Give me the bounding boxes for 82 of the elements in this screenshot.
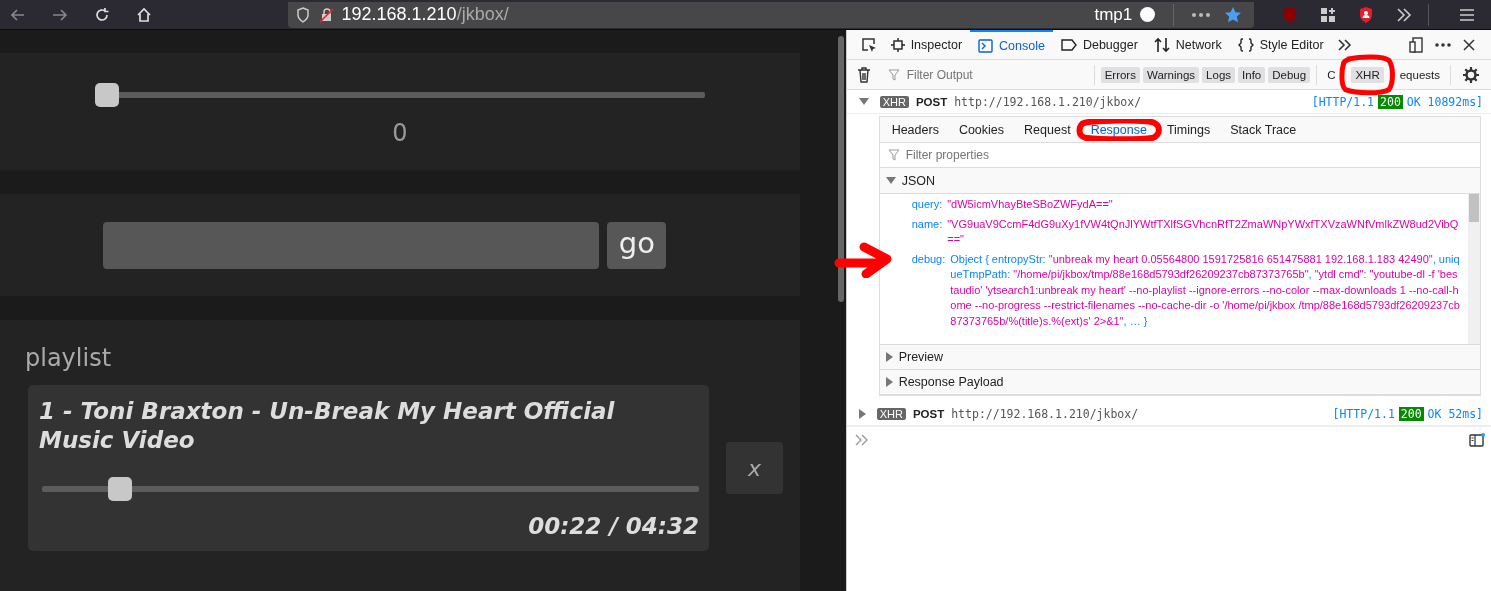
url-text: 192.168.1.210/jkbox/ (341, 4, 509, 25)
filter-toggle[interactable]: Warnings (1142, 66, 1200, 83)
filter-toggle[interactable]: Debug (1268, 66, 1311, 83)
more-dots-icon[interactable] (1435, 42, 1451, 47)
more-dots-icon[interactable] (1192, 12, 1211, 17)
filter-toggle[interactable]: Logs (1202, 66, 1236, 83)
details-tab[interactable]: Stack Trace (1220, 122, 1307, 137)
menu-icon[interactable] (1459, 7, 1476, 22)
star-icon[interactable] (1224, 5, 1243, 24)
request-url[interactable]: http://192.168.1.210/jkbox/ (951, 406, 1139, 421)
xhr-badge: XHR (879, 95, 909, 108)
track-title: 1 - Toni Braxton - Un-Break My Heart Official Music Video (39, 397, 616, 455)
property-key: debug: (911, 251, 946, 329)
devtools-tab[interactable]: Inspector (882, 30, 971, 59)
request-url[interactable]: http://192.168.1.210/jkbox/ (954, 94, 1142, 109)
filter-toggle[interactable]: C (1323, 66, 1340, 83)
filter-output-field[interactable]: Filter Output (904, 66, 1079, 83)
insecure-lock-icon (317, 6, 334, 23)
devtools-tab[interactable]: Debugger (1052, 30, 1146, 59)
filter-toggle[interactable]: equests (1395, 66, 1444, 83)
volume-value: 0 (392, 119, 408, 147)
filter-toggle[interactable]: Info (1238, 66, 1266, 83)
expand-arrow-icon[interactable] (858, 408, 866, 419)
details-tab[interactable]: Response (1080, 122, 1157, 137)
details-tab[interactable]: Headers (881, 122, 949, 137)
property-key: query: (911, 197, 943, 213)
property-value: "dW5icmVhayBteSBoZWFydA==" (947, 197, 1113, 212)
container-label: tmp1 (1094, 4, 1133, 25)
sidebar-toggle-icon[interactable] (1469, 433, 1485, 447)
section-header[interactable]: JSON (879, 168, 1480, 194)
track-time: 00:22 / 04:32 (527, 513, 699, 539)
details-tab[interactable]: Cookies (948, 122, 1015, 137)
tag-icon (1060, 38, 1077, 51)
details-tab[interactable]: Request (1014, 122, 1081, 137)
property-value: "VG9uaV9CcmF4dG9uXy1fVW4tQnJlYWtfTXlfSGVhcnRfT2ZmaWNpYWxfTXVzaWNfVmlkZW8ud2VibQ==" (947, 216, 1460, 247)
scrollbar[interactable] (1468, 194, 1480, 344)
filter-icon (887, 68, 900, 81)
result-text: OK 52ms] (1427, 406, 1483, 421)
devtools-tab[interactable]: Style Editor (1229, 30, 1332, 59)
details-tab[interactable]: Timings (1156, 122, 1221, 137)
playlist-heading: playlist (25, 344, 113, 372)
remove-button[interactable]: x (726, 442, 783, 494)
slider-thumb[interactable] (94, 83, 119, 107)
filter-properties-field[interactable]: Filter properties (903, 147, 1078, 163)
curly-braces-icon (1237, 37, 1254, 52)
search-field[interactable] (103, 221, 600, 269)
settings-icon[interactable] (1463, 66, 1479, 83)
element-picker-icon[interactable] (860, 36, 877, 53)
circle-icon (1140, 7, 1156, 22)
shield-icon[interactable] (295, 6, 310, 23)
property-key: name: (911, 216, 943, 248)
close-icon[interactable] (1463, 38, 1475, 51)
up-down-arrows-icon (1153, 36, 1170, 53)
request-method: POST (915, 95, 948, 108)
trash-icon[interactable] (856, 66, 871, 83)
terminal-icon (978, 38, 994, 53)
result-text: OK 10892ms] (1406, 94, 1483, 109)
prompt-chevron-icon (854, 434, 869, 446)
protocol-text: [HTTP/1.1 (1311, 94, 1375, 109)
double-chevron-icon[interactable] (1337, 38, 1352, 51)
property-value: Object { entropyStr: "unbreak my heart 0.05564800 1591725816 651475881 192.168.1.183 42490", uniqueTmpPath: "/home/pi/jkbox/tmp/88e168d5793df26209237cb87373765b", "ytdl cmd": "youtube-dl -f 'bestaudio' 'ytsearch1:unbreak my heart' --no-playlist --ignore-errors --no-color --max-downloads 1 --no-call-home --no-progress --restrict-filenames --no-cache-dir -o '/home/pi/jkbox /tmp/88e168d5793df26209237cb87373765b/%(title)s.%(ext)s' 2>&1", … } (950, 251, 1460, 329)
protocol-text: [HTTP/1.1 (1332, 406, 1395, 421)
volume-slider[interactable] (94, 83, 705, 107)
grid-plus-icon[interactable] (1320, 6, 1337, 23)
xhr-badge: XHR (876, 407, 906, 420)
progress-slider[interactable] (42, 477, 699, 501)
slider-thumb[interactable] (107, 477, 132, 501)
filter-toggle[interactable]: XHR (1351, 66, 1384, 83)
devtools-tab[interactable]: Network (1145, 30, 1230, 59)
section-header[interactable]: Preview (879, 345, 1480, 370)
expand-arrow-icon[interactable] (858, 98, 869, 105)
filter-icon (887, 149, 900, 161)
request-method: POST (912, 407, 945, 420)
filter-toggle[interactable]: Errors (1100, 66, 1140, 83)
go-button[interactable]: go (607, 221, 667, 269)
address-bar[interactable]: 192.168.1.210/jkbox/ tmp1 (287, 1, 1255, 28)
shield-person-icon[interactable] (1358, 5, 1375, 24)
responsive-view-icon[interactable] (1409, 36, 1423, 53)
section-header[interactable]: Response Payload (879, 370, 1480, 395)
status-badge: 200 (1378, 94, 1403, 109)
status-badge: 200 (1398, 406, 1424, 421)
crosshair-box-icon (890, 37, 905, 52)
